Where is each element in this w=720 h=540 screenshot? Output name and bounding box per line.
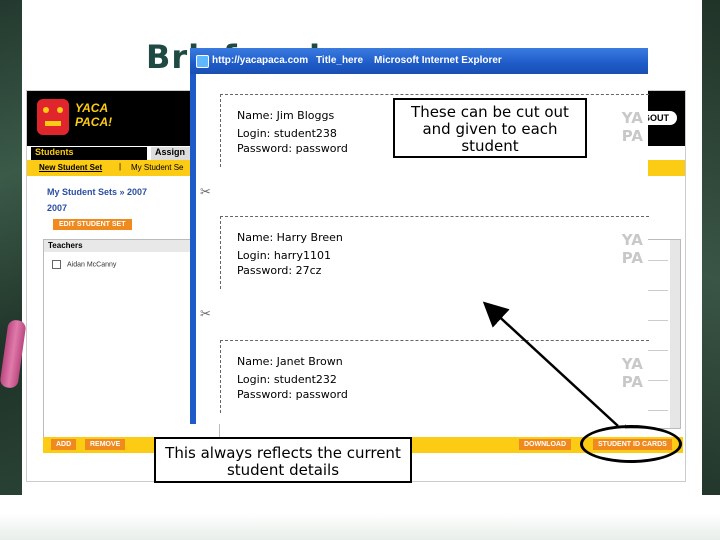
card-brand-watermark: YA PA [622, 355, 643, 391]
teacher-checkbox[interactable] [52, 260, 61, 269]
card-name: Name: Janet Brown [237, 355, 343, 368]
highlight-ellipse [580, 425, 682, 463]
yacapaca-logo: YACA PACA! [37, 99, 137, 139]
logo-text-line1: YACA [75, 101, 109, 115]
ie-title-bar[interactable]: http://yacapaca.com Title_here Microsoft… [190, 48, 648, 74]
add-button[interactable]: ADD [51, 439, 77, 450]
edit-student-set-button[interactable]: EDIT STUDENT SET [53, 219, 132, 230]
my-student-sets-link[interactable]: My Student Se [131, 163, 183, 172]
tab-students[interactable]: Students [31, 147, 147, 160]
card-brand-watermark: YA PA [622, 109, 643, 145]
callout-current-details-note: This always reflects the current student… [154, 437, 412, 483]
scissors-icon: ✂ [200, 306, 211, 321]
callout-cut-out-note: These can be cut out and given to each s… [393, 98, 587, 158]
card-brand-line2: PA [621, 373, 643, 391]
card-password: Password: password [237, 142, 348, 155]
card-login: Login: student232 [237, 373, 337, 386]
card-brand-line1: YA [621, 109, 643, 127]
mask-logo-icon [37, 99, 69, 135]
card-brand-line2: PA [621, 127, 643, 145]
logo-text-line2: PACA! [75, 115, 113, 129]
download-button[interactable]: DOWNLOAD [519, 439, 571, 450]
card-brand-line1: YA [621, 231, 643, 249]
card-password: Password: 27cz [237, 264, 322, 277]
teacher-row[interactable]: Aidan McCanny [52, 260, 116, 269]
teacher-name: Aidan McCanny [67, 261, 117, 269]
logo-text: YACA PACA! [75, 101, 112, 129]
new-student-set-link[interactable]: New Student Set [39, 163, 102, 172]
subnav-separator: | [119, 162, 122, 171]
ie-url-text: http://yacapaca.com [212, 55, 309, 66]
card-brand-line1: YA [621, 355, 643, 373]
ie-app-name: Microsoft Internet Explorer [374, 55, 502, 66]
remove-button[interactable]: REMOVE [85, 439, 126, 450]
ie-window-border [190, 74, 196, 424]
student-id-card: Name: Harry Breen Login: harry1101 Passw… [220, 216, 649, 289]
card-password: Password: password [237, 388, 348, 401]
breadcrumb[interactable]: My Student Sets » 2007 [47, 187, 147, 197]
scissors-icon: ✂ [200, 184, 211, 199]
card-brand-watermark: YA PA [622, 231, 643, 267]
student-id-card: Name: Janet Brown Login: student232 Pass… [220, 340, 649, 413]
ie-page-icon [196, 55, 209, 68]
card-login: Login: harry1101 [237, 249, 331, 262]
student-set-name: 2007 [47, 203, 68, 213]
card-login: Login: student238 [237, 127, 337, 140]
ie-page-title: Title_here [316, 55, 364, 66]
card-name: Name: Jim Bloggs [237, 109, 335, 122]
slide-bottom-strip [0, 495, 720, 540]
list-scrollbar[interactable] [670, 240, 680, 428]
card-name: Name: Harry Breen [237, 231, 343, 244]
card-brand-line2: PA [621, 249, 643, 267]
